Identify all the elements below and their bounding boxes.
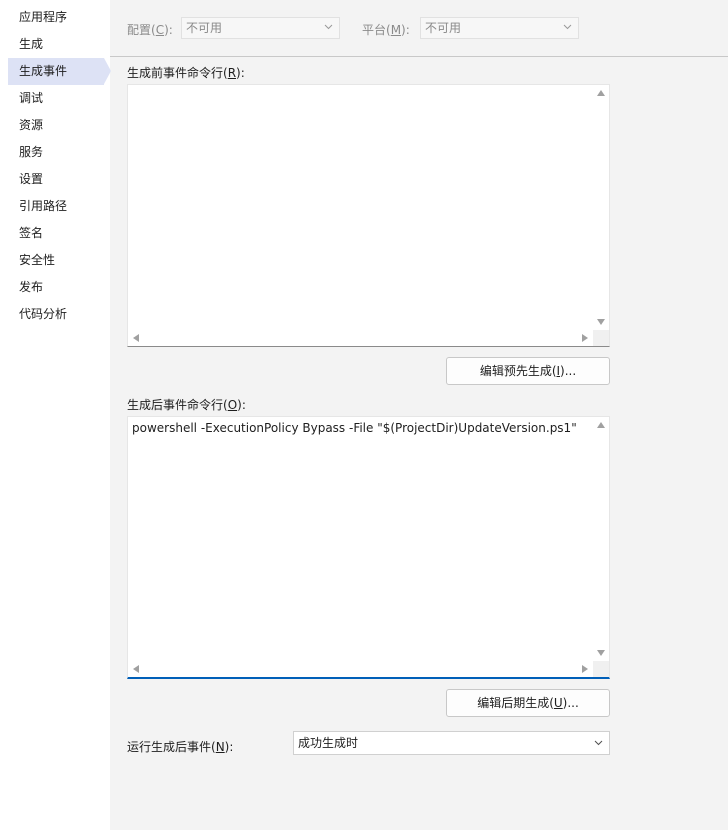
scroll-left-icon[interactable] [133,665,139,673]
sidebar-item-label: 签名 [19,226,44,240]
sidebar: 应用程序 生成 生成事件 调试 资源 服务 设置 引用路径 签名 安全性 发布 … [0,0,111,830]
run-postbuild-select[interactable]: 成功生成时 [293,731,610,755]
sidebar-item-services[interactable]: 服务 [8,139,104,166]
sidebar-item-debug[interactable]: 调试 [8,85,104,112]
vertical-scrollbar[interactable] [593,417,609,661]
horizontal-scrollbar[interactable] [128,330,593,346]
sidebar-item-label: 服务 [19,145,44,159]
configuration-value: 不可用 [186,21,223,35]
chevron-down-icon [594,740,603,746]
scroll-left-icon[interactable] [133,334,139,342]
scroll-down-icon[interactable] [597,319,605,325]
main-panel: 配置(C): 不可用 平台(M): 不可用 生成前事件命令行(R): 编辑预先生… [110,0,728,830]
divider [110,56,728,57]
sidebar-item-signing[interactable]: 签名 [8,220,104,247]
sidebar-item-label: 生成 [19,37,44,51]
edit-prebuild-button[interactable]: 编辑预先生成(I)... [446,357,610,385]
sidebar-item-label: 引用路径 [19,199,68,213]
sidebar-item-label: 应用程序 [19,10,68,24]
sidebar-item-settings[interactable]: 设置 [8,166,104,193]
scrollbar-corner [593,661,609,677]
horizontal-scrollbar[interactable] [128,661,593,677]
scroll-up-icon[interactable] [597,422,605,428]
sidebar-item-build-events[interactable]: 生成事件 [8,58,111,85]
edit-postbuild-button[interactable]: 编辑后期生成(U)... [446,689,610,717]
platform-label: 平台(M): [362,23,410,37]
chevron-down-icon [563,24,572,30]
sidebar-item-reference-paths[interactable]: 引用路径 [8,193,104,220]
sidebar-item-label: 安全性 [19,253,56,267]
sidebar-item-label: 代码分析 [19,307,68,321]
chevron-down-icon [324,24,333,30]
sidebar-item-label: 设置 [19,172,44,186]
prebuild-label: 生成前事件命令行(R): [127,66,245,80]
postbuild-textbox[interactable]: powershell -ExecutionPolicy Bypass -File… [127,416,610,679]
platform-value: 不可用 [425,21,462,35]
scroll-down-icon[interactable] [597,650,605,656]
run-postbuild-value: 成功生成时 [298,736,359,750]
platform-select[interactable]: 不可用 [420,17,579,39]
sidebar-item-build[interactable]: 生成 [8,31,104,58]
sidebar-item-resources[interactable]: 资源 [8,112,104,139]
run-postbuild-label: 运行生成后事件(N): [127,740,234,754]
vertical-scrollbar[interactable] [593,85,609,330]
scroll-right-icon[interactable] [582,334,588,342]
postbuild-text: powershell -ExecutionPolicy Bypass -File… [132,421,577,435]
sidebar-item-security[interactable]: 安全性 [8,247,104,274]
sidebar-item-label: 生成事件 [19,64,68,78]
sidebar-item-application[interactable]: 应用程序 [8,4,104,31]
sidebar-item-code-analysis[interactable]: 代码分析 [8,301,104,328]
sidebar-item-label: 调试 [19,91,44,105]
sidebar-item-label: 资源 [19,118,44,132]
prebuild-textbox[interactable] [127,84,610,347]
scrollbar-corner [593,330,609,346]
configuration-label: 配置(C): [127,23,173,37]
sidebar-item-publish[interactable]: 发布 [8,274,104,301]
postbuild-label: 生成后事件命令行(O): [127,398,246,412]
scroll-up-icon[interactable] [597,90,605,96]
configuration-select[interactable]: 不可用 [181,17,340,39]
scroll-right-icon[interactable] [582,665,588,673]
sidebar-item-label: 发布 [19,280,44,294]
